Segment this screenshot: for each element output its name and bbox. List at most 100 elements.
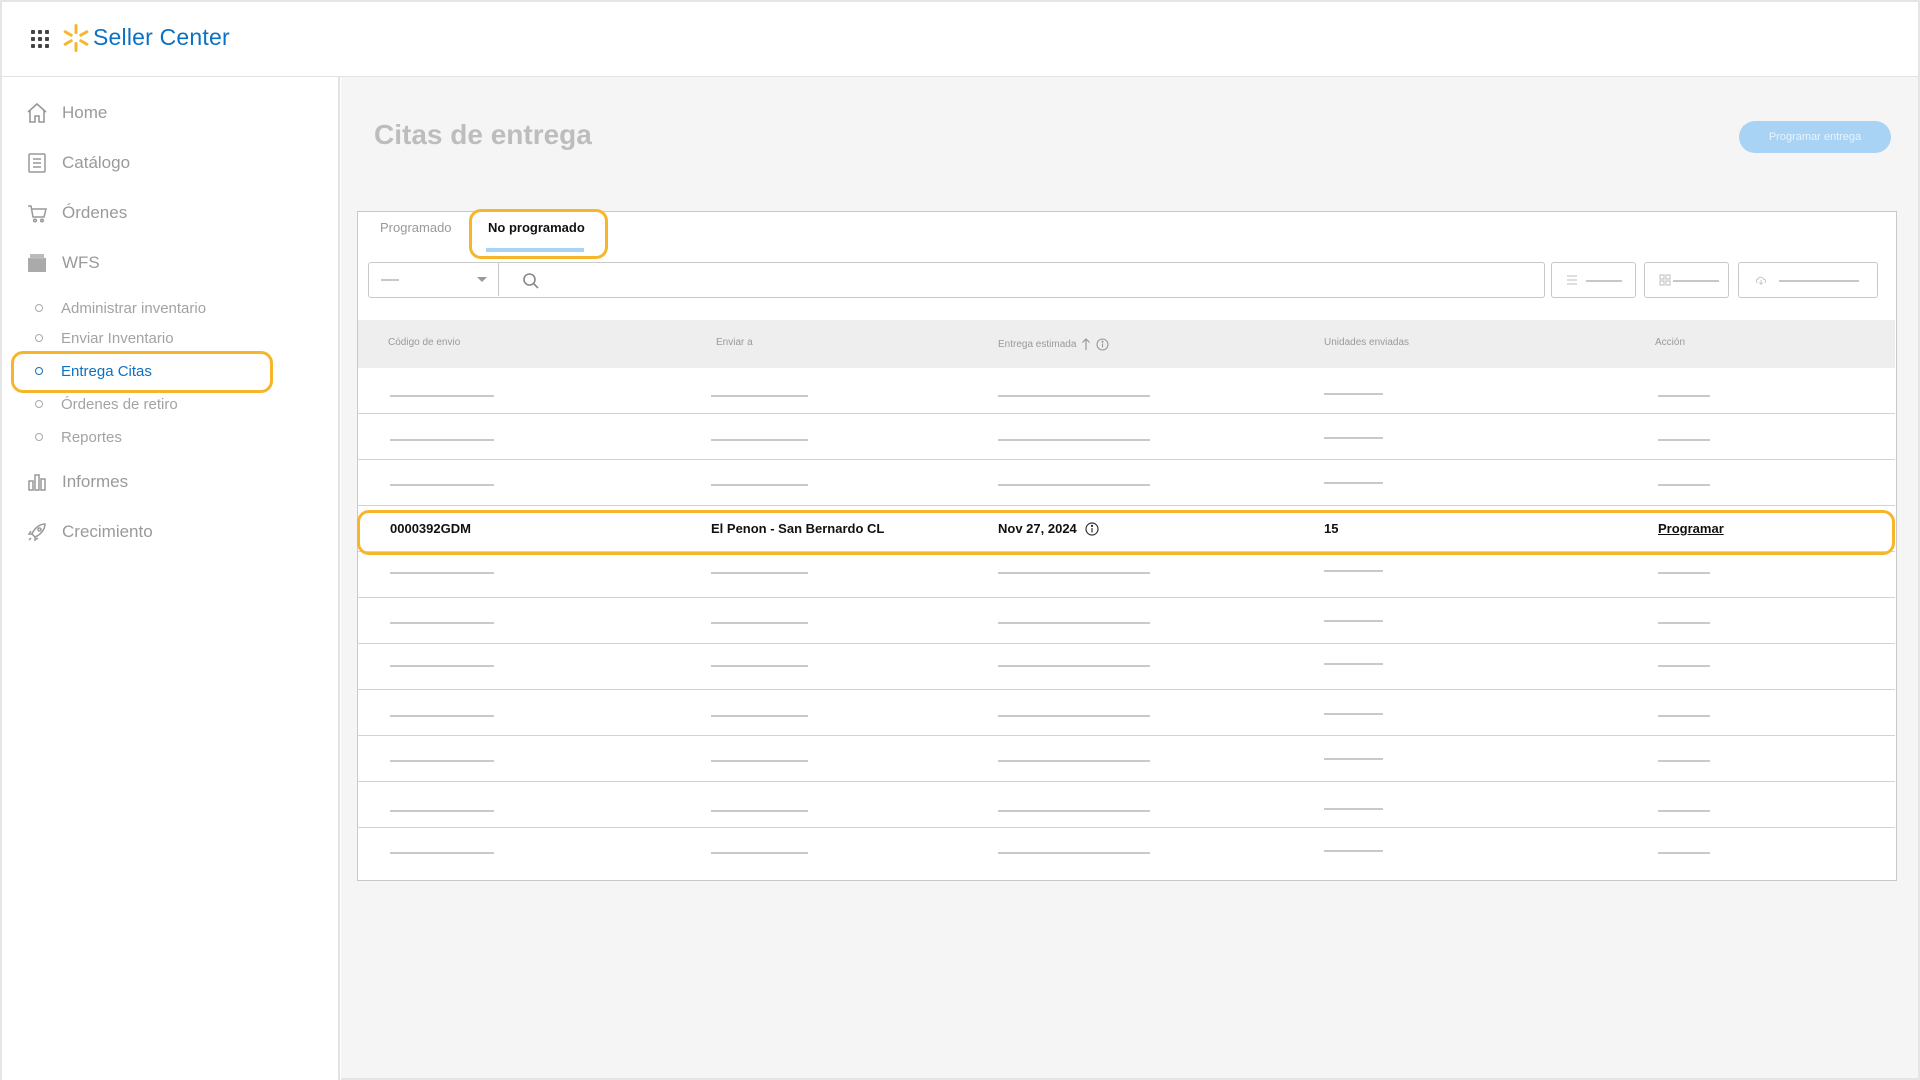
placeholder-line: [390, 484, 494, 486]
sidebar-subitem-enviar-inventario[interactable]: Enviar Inventario: [35, 326, 174, 350]
table-row[interactable]: [358, 782, 1895, 828]
sidebar-item-label: Home: [62, 103, 108, 122]
column-header-units[interactable]: Unidades enviadas: [1324, 337, 1409, 348]
placeholder-line: [998, 715, 1150, 717]
placeholder-line: [711, 395, 808, 397]
placeholder-line: [1658, 665, 1710, 667]
placeholder-line: [998, 439, 1150, 441]
sidebar-item-label: Órdenes: [62, 203, 128, 222]
placeholder-line: [390, 622, 494, 624]
rocket-icon: [24, 519, 50, 545]
search-input[interactable]: [541, 263, 1541, 296]
columns-button[interactable]: [1644, 262, 1729, 298]
placeholder-line: [998, 484, 1150, 486]
sidebar-subitem-ordenes-de-retiro[interactable]: Órdenes de retiro: [35, 392, 178, 416]
bullet-icon: [35, 334, 43, 342]
sidebar-subitem-entrega-citas[interactable]: Entrega Citas: [35, 359, 152, 383]
table-row-shipment[interactable]: 0000392GDM El Penon - San Bernardo CL No…: [358, 506, 1895, 552]
tab-programado[interactable]: Programado: [380, 220, 452, 235]
sidebar-item-label: Crecimiento: [62, 522, 153, 541]
appointments-card: Programado No programado Código de envio…: [357, 211, 1897, 881]
column-header-label: Unidades enviadas: [1324, 337, 1410, 348]
column-header-action: Acción: [1655, 337, 1685, 348]
schedule-delivery-button[interactable]: Programar entrega: [1739, 121, 1891, 153]
sidebar-subitem-label: Enviar Inventario: [61, 329, 174, 347]
table-row[interactable]: [358, 828, 1895, 879]
placeholder-line: [711, 665, 808, 667]
placeholder-line: [1658, 484, 1710, 486]
placeholder-line: [390, 852, 494, 854]
placeholder-line: [1324, 713, 1383, 715]
placeholder-line: [1324, 570, 1383, 572]
sort-arrow-up-icon[interactable]: [1081, 337, 1091, 351]
brand-name[interactable]: Seller Center: [93, 24, 230, 51]
filter-button[interactable]: [1551, 262, 1636, 298]
sidebar-subitem-administrar-inventario[interactable]: Administrar inventario: [35, 296, 206, 320]
placeholder-line: [1658, 395, 1710, 397]
sidebar-item-ordenes[interactable]: Órdenes: [24, 197, 127, 229]
info-icon[interactable]: [1085, 521, 1099, 536]
sidebar: Home Catálogo Órdenes WFS Administrar in…: [0, 77, 340, 1080]
sidebar-subitem-label: Reportes: [61, 428, 122, 446]
placeholder-line: [998, 665, 1150, 667]
table-row[interactable]: [358, 736, 1895, 782]
sidebar-item-home[interactable]: Home: [24, 97, 107, 129]
placeholder-line: [711, 810, 808, 812]
placeholder-line: [1658, 810, 1710, 812]
active-tab-indicator: [486, 248, 584, 252]
placeholder-line: [1658, 439, 1710, 441]
bullet-icon: [35, 400, 43, 408]
placeholder-line: [1658, 572, 1710, 574]
sidebar-item-catalogo[interactable]: Catálogo: [24, 147, 130, 179]
table-row[interactable]: [358, 598, 1895, 644]
table-row[interactable]: [358, 460, 1895, 506]
placeholder-line: [1658, 852, 1710, 854]
table-row[interactable]: [358, 690, 1895, 736]
sidebar-subitem-label: Administrar inventario: [61, 299, 207, 317]
placeholder-line: [1324, 758, 1383, 760]
column-header-code[interactable]: Código de envio: [388, 337, 460, 348]
placeholder-line: [711, 715, 808, 717]
info-icon[interactable]: [1096, 337, 1109, 351]
filter-select[interactable]: [369, 263, 499, 296]
column-header-estimated-delivery[interactable]: Entrega estimada: [998, 337, 1109, 351]
units-sent: 15: [1324, 521, 1339, 536]
download-button[interactable]: [1738, 262, 1878, 298]
catalog-icon: [24, 150, 50, 176]
placeholder-line: [390, 439, 494, 441]
placeholder-line: [390, 572, 494, 574]
placeholder-line: [1324, 482, 1383, 484]
search-icon: [523, 273, 539, 289]
bullet-icon: [35, 433, 43, 441]
grid-icon: [1659, 274, 1671, 286]
search-bar: [368, 262, 1545, 298]
table-row[interactable]: [358, 644, 1895, 690]
placeholder-line: [390, 810, 494, 812]
placeholder-line: [1324, 808, 1383, 810]
bullet-icon: [35, 304, 43, 312]
sidebar-item-informes[interactable]: Informes: [24, 466, 128, 498]
ship-to-location: El Penon - San Bernardo CL: [711, 521, 885, 536]
placeholder-line: [998, 622, 1150, 624]
column-header-ship-to[interactable]: Enviar a: [716, 337, 753, 348]
placeholder-line: [998, 395, 1150, 397]
column-header-label: Acción: [1655, 337, 1686, 348]
schedule-link[interactable]: Programar: [1658, 521, 1724, 536]
sidebar-item-wfs[interactable]: WFS: [24, 247, 100, 279]
placeholder-line: [711, 622, 808, 624]
sidebar-item-crecimiento[interactable]: Crecimiento: [24, 516, 153, 548]
column-header-label: Enviar a: [716, 337, 753, 348]
top-header: Seller Center: [0, 0, 1920, 77]
chevron-down-icon: [477, 277, 487, 282]
table-row[interactable]: [358, 368, 1895, 414]
placeholder-line: [1673, 280, 1719, 282]
apps-grid-icon[interactable]: [31, 30, 49, 48]
tab-no-programado[interactable]: No programado: [488, 220, 585, 235]
placeholder-line: [1658, 760, 1710, 762]
sidebar-subitem-reportes[interactable]: Reportes: [35, 425, 122, 449]
placeholder-line: [1324, 620, 1383, 622]
placeholder-line: [390, 715, 494, 717]
estimated-delivery-cell: Nov 27, 2024: [998, 521, 1099, 536]
table-row[interactable]: [358, 414, 1895, 460]
table-row[interactable]: [358, 552, 1895, 598]
